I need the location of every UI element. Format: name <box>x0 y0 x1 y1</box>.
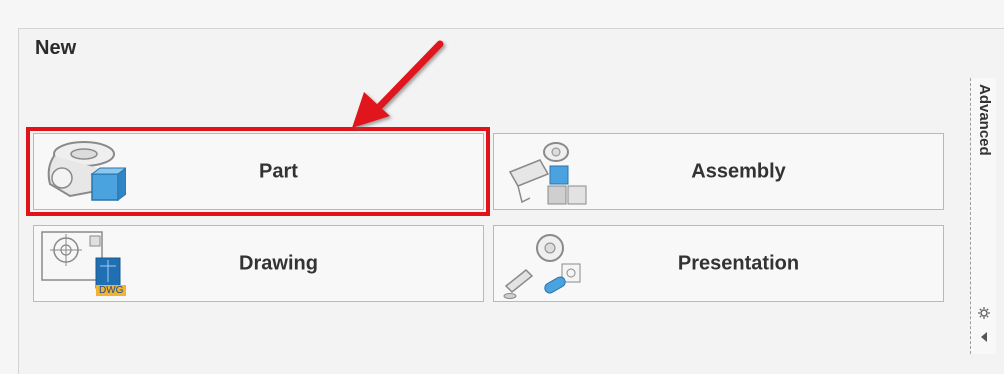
advanced-tab[interactable]: Advanced <box>970 78 996 354</box>
advanced-tab-label: Advanced <box>976 84 993 156</box>
tile-assembly[interactable]: Assembly <box>493 133 944 210</box>
tile-assembly-label: Assembly <box>691 160 786 182</box>
tile-presentation[interactable]: Presentation <box>493 225 944 302</box>
collapse-left-icon[interactable] <box>979 330 989 348</box>
gear-icon[interactable] <box>978 306 990 324</box>
panel-title: New <box>35 37 77 59</box>
tile-drawing-label: Drawing <box>239 252 318 274</box>
tile-presentation-label: Presentation <box>677 252 800 274</box>
dwg-badge: DWG <box>96 285 127 296</box>
tile-part[interactable]: Part <box>33 133 484 210</box>
tile-part-label: Part <box>259 160 298 182</box>
tile-drawing[interactable]: DWG Drawing <box>33 225 484 302</box>
